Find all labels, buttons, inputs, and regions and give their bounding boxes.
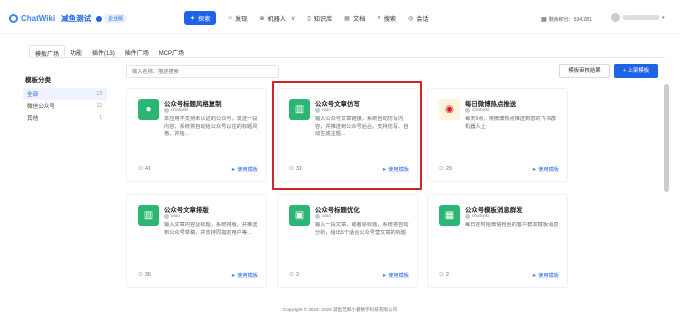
sidebar-item-other[interactable]: 其他 1: [23, 112, 107, 124]
users-icon: ⚇: [289, 272, 294, 278]
template-card[interactable]: ◉ 每日微博热点推送 chatwiki 每天9点，将微博热点推送到您的飞书群机器…: [427, 88, 568, 182]
chevron-down-icon[interactable]: ∨: [291, 15, 295, 22]
chat-icon: ◎: [408, 15, 414, 22]
send-icon: ➤: [532, 166, 537, 173]
wallet-icon: ▦: [541, 17, 547, 23]
upload-template-button[interactable]: + 上架模板: [614, 64, 658, 78]
enterprise-icon: [96, 15, 103, 22]
top-navbar: ChatWiki 减鱼测试 企业版 ✦ 探索 ⌂ 发现 ⊕ 机器人 ∨ ▯ 知识…: [0, 0, 680, 34]
env-badge: 企业版: [96, 14, 128, 23]
home-icon: ⌂: [228, 15, 233, 21]
nav-explore[interactable]: ✦ 探索: [184, 11, 217, 25]
logo-text: ChatWiki: [21, 14, 56, 23]
robot-icon: ⊕: [259, 15, 265, 22]
brand[interactable]: ChatWiki 减鱼测试 企业版: [9, 13, 128, 24]
users-icon: ⚇: [439, 272, 444, 278]
author-avatar: [465, 214, 470, 219]
category-sidebar: 模板分类 全部 13 微信公众号 12 其他 1: [23, 74, 107, 124]
compass-icon: ✦: [190, 15, 196, 22]
wechat-icon: ●: [138, 99, 159, 120]
use-template-button[interactable]: ➤ 使用模板: [231, 166, 258, 174]
main-nav: ✦ 探索 ⌂ 发现 ⊕ 机器人 ∨ ▯ 知识库 ▤ 文档 ⌕ 搜索 ◎ 会话: [184, 11, 441, 25]
chatwiki-logo-icon: [9, 14, 18, 23]
scrollbar[interactable]: [664, 84, 669, 192]
template-card[interactable]: ● 公众号标题风格复制 chatwiki 本应用不支持未认证的公众号，发送一段内…: [126, 88, 267, 182]
use-template-button[interactable]: ➤ 使用模板: [532, 166, 559, 174]
search-input[interactable]: [126, 65, 279, 78]
review-results-button[interactable]: 模板审核结果: [559, 64, 610, 78]
grid-message-icon: ▦: [439, 205, 460, 226]
author-avatar: [315, 214, 320, 219]
template-card[interactable]: ▣ 公众号标题优化 alan 输入一段文章，或者原标题，系统将自动分析，给出5个…: [277, 194, 418, 288]
sidebar-item-all[interactable]: 全部 13: [23, 88, 107, 100]
author-avatar: [465, 108, 470, 113]
send-icon: ➤: [382, 272, 387, 279]
tabs-divider: [29, 57, 665, 58]
highlight-box: [272, 81, 422, 190]
footer-copyright: Copyright © 2016- 2025 减鱼芝麻小睿数字科技有限公司: [282, 307, 398, 312]
nav-knowledge[interactable]: ▯ 知识库: [307, 11, 332, 25]
weibo-icon: ◉: [439, 99, 460, 120]
users-icon: ⚇: [439, 166, 444, 172]
users-icon: ⚇: [138, 166, 143, 172]
app-name[interactable]: 减鱼测试: [61, 13, 91, 24]
users-icon: ⚇: [138, 272, 143, 278]
credits-balance[interactable]: ▦ 剩余积分： 534,281: [541, 16, 592, 24]
send-icon: ➤: [532, 272, 537, 279]
nav-docs[interactable]: ▤ 文档: [344, 11, 365, 25]
user-menu[interactable]: ▾: [611, 13, 665, 22]
nav-robots[interactable]: ⊕ 机器人 ∨: [259, 11, 295, 25]
nav-search[interactable]: ⌕ 搜索: [377, 11, 396, 25]
sidebar-title: 模板分类: [25, 77, 51, 84]
template-card[interactable]: ▦ 公众号模板消息群发 chatwiki 每日定时给微信粉丝的客户群发模板消息 …: [427, 194, 568, 288]
document-icon: ▤: [344, 15, 350, 22]
author-avatar: [164, 108, 169, 113]
sidebar-item-wechat[interactable]: 微信公众号 12: [23, 100, 107, 112]
nav-chat[interactable]: ◎ 会话: [408, 11, 429, 25]
book-icon: ▯: [307, 15, 311, 22]
clipboard-icon: ▣: [289, 205, 310, 226]
use-template-button[interactable]: ➤ 使用模板: [532, 272, 559, 280]
search-icon: ⌕: [377, 14, 381, 21]
book-icon: ▥: [138, 205, 159, 226]
chevron-down-icon: ▾: [662, 14, 665, 21]
author-avatar: [164, 214, 169, 219]
template-card[interactable]: ▥ 公众号文章排版 alan 输入文章内容及标题，系统排版，并推送到公众号草稿，…: [126, 194, 267, 288]
send-icon: ➤: [231, 166, 236, 173]
use-template-button[interactable]: ➤ 使用模板: [231, 272, 258, 280]
user-name-redacted: [623, 15, 659, 20]
avatar: [611, 13, 620, 22]
send-icon: ➤: [231, 272, 236, 279]
use-template-button[interactable]: ➤ 使用模板: [382, 272, 409, 280]
nav-discover[interactable]: ⌂ 发现: [228, 11, 247, 25]
